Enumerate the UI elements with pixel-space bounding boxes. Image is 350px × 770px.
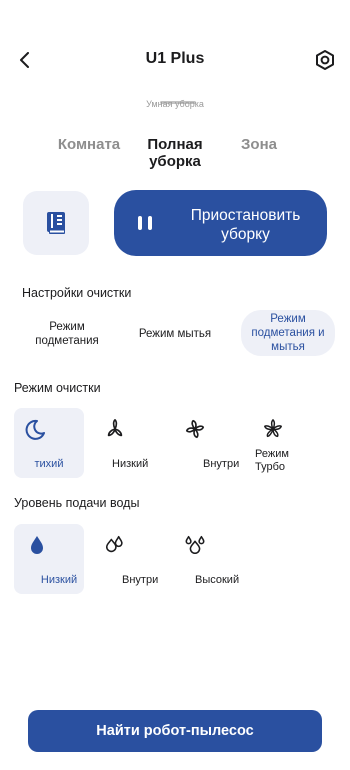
water-low-option[interactable]: Низкий xyxy=(14,524,84,594)
status-line: Умная уборка xyxy=(0,94,350,110)
pause-cleaning-button[interactable]: Приостановить уборку xyxy=(114,190,327,256)
fan-turbo-icon xyxy=(264,419,282,438)
page-title: U1 Plus xyxy=(145,50,205,67)
water-drops-high-icon xyxy=(185,535,205,554)
tab-room[interactable]: Комната xyxy=(56,136,122,153)
status-indicator xyxy=(160,101,196,104)
cleaning-settings-label: Настройки очистки xyxy=(22,286,132,300)
mode-sweep[interactable]: Режим подметания xyxy=(18,312,116,356)
water-low-label: Низкий xyxy=(40,574,78,586)
suction-quiet-option[interactable]: тихий xyxy=(14,408,84,478)
map-book-button[interactable] xyxy=(23,191,89,255)
water-high-label: Высокий xyxy=(195,574,240,586)
fan-low-icon xyxy=(107,419,123,437)
water-high-option[interactable]: Высокий xyxy=(170,524,240,594)
settings-button[interactable] xyxy=(312,46,338,74)
pause-icon xyxy=(138,216,154,230)
suction-quiet-label: тихий xyxy=(34,458,64,470)
fan-medium-icon xyxy=(185,419,205,439)
tab-full-cleaning[interactable]: Полная уборка xyxy=(140,136,210,170)
cleaning-tabs: Комната Полная уборка Зона xyxy=(0,134,350,174)
moon-icon xyxy=(25,419,45,440)
suction-medium-option[interactable]: Внутри xyxy=(170,408,240,478)
suction-turbo-option[interactable]: Режим Турбо xyxy=(250,408,330,478)
suction-low-option[interactable]: Низкий xyxy=(92,408,162,478)
water-level-label: Уровень подачи воды xyxy=(14,496,140,510)
cleaning-mode-label: Режим очистки xyxy=(14,381,101,395)
book-icon xyxy=(47,212,65,234)
mode-sweep-and-mop[interactable]: Режим подметания и мытья xyxy=(241,310,335,356)
suction-turbo-label: Режим Турбо xyxy=(255,448,289,473)
tab-zone[interactable]: Зона xyxy=(234,136,284,153)
water-medium-option[interactable]: Внутри xyxy=(92,524,162,594)
header: U1 Plus xyxy=(0,44,350,76)
pause-button-label: Приостановить уборку xyxy=(190,207,301,243)
mode-mop[interactable]: Режим мытья xyxy=(128,312,222,356)
water-drop-filled-icon xyxy=(31,536,43,554)
water-drops-medium-icon xyxy=(105,535,123,553)
hexagon-nut-icon xyxy=(316,50,334,70)
find-robot-button[interactable]: Найти робот-пылесос xyxy=(28,710,322,752)
